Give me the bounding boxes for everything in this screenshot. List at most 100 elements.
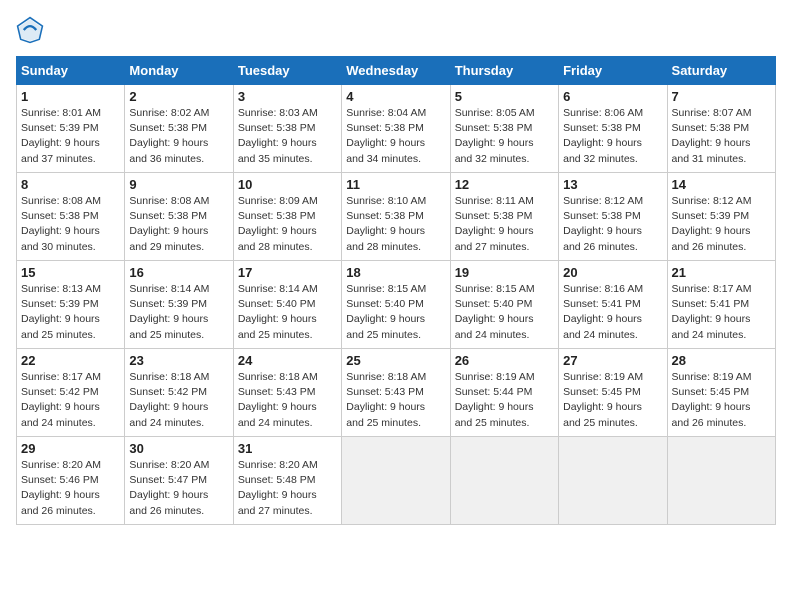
day-cell: 29Sunrise: 8:20 AMSunset: 5:46 PMDayligh… [17, 437, 125, 525]
day-number: 30 [129, 441, 228, 456]
day-detail: Sunrise: 8:12 AMSunset: 5:38 PMDaylight:… [563, 194, 662, 255]
day-detail: Sunrise: 8:08 AMSunset: 5:38 PMDaylight:… [21, 194, 120, 255]
day-cell: 25 Sunrise: 8:18 AMSunset: 5:43 PMDayligh… [342, 349, 450, 437]
day-number: 17 [238, 265, 337, 280]
day-cell: 1 Sunrise: 8:01 AMSunset: 5:39 PMDaylight… [17, 85, 125, 173]
day-number: 12 [455, 177, 554, 192]
day-detail: Sunrise: 8:08 AMSunset: 5:38 PMDaylight:… [129, 194, 228, 255]
day-detail: Sunrise: 8:13 AMSunset: 5:39 PMDaylight:… [21, 282, 120, 343]
day-cell: 27 Sunrise: 8:19 AMSunset: 5:45 PMDayligh… [559, 349, 667, 437]
header-cell-monday: Monday [125, 57, 233, 85]
day-cell: 16 Sunrise: 8:14 AMSunset: 5:39 PMDayligh… [125, 261, 233, 349]
day-detail: Sunrise: 8:19 AMSunset: 5:45 PMDaylight:… [672, 370, 771, 431]
day-cell: 12Sunrise: 8:11 AMSunset: 5:38 PMDayligh… [450, 173, 558, 261]
day-cell: 20Sunrise: 8:16 AMSunset: 5:41 PMDayligh… [559, 261, 667, 349]
page-header [16, 16, 776, 44]
day-number: 24 [238, 353, 337, 368]
calendar-table: SundayMondayTuesdayWednesdayThursdayFrid… [16, 56, 776, 525]
day-number: 13 [563, 177, 662, 192]
week-row: 29Sunrise: 8:20 AMSunset: 5:46 PMDayligh… [17, 437, 776, 525]
day-number: 14 [672, 177, 771, 192]
header-cell-sunday: Sunday [17, 57, 125, 85]
day-detail: Sunrise: 8:04 AMSunset: 5:38 PMDaylight:… [346, 106, 445, 167]
day-cell: 26 Sunrise: 8:19 AMSunset: 5:44 PMDayligh… [450, 349, 558, 437]
day-cell: 13 Sunrise: 8:12 AMSunset: 5:38 PMDayligh… [559, 173, 667, 261]
day-detail: Sunrise: 8:06 AMSunset: 5:38 PMDaylight:… [563, 106, 662, 167]
day-cell [450, 437, 558, 525]
week-row: 22 Sunrise: 8:17 AMSunset: 5:42 PMDayligh… [17, 349, 776, 437]
day-number: 28 [672, 353, 771, 368]
day-detail: Sunrise: 8:05 AMSunset: 5:38 PMDaylight:… [455, 106, 554, 167]
day-number: 15 [21, 265, 120, 280]
day-number: 3 [238, 89, 337, 104]
day-detail: Sunrise: 8:14 AMSunset: 5:39 PMDaylight:… [129, 282, 228, 343]
day-cell: 18Sunrise: 8:15 AMSunset: 5:40 PMDayligh… [342, 261, 450, 349]
day-detail: Sunrise: 8:10 AMSunset: 5:38 PMDaylight:… [346, 194, 445, 255]
day-detail: Sunrise: 8:20 AMSunset: 5:47 PMDaylight:… [129, 458, 228, 519]
header-cell-wednesday: Wednesday [342, 57, 450, 85]
day-number: 22 [21, 353, 120, 368]
day-number: 8 [21, 177, 120, 192]
day-cell: 11Sunrise: 8:10 AMSunset: 5:38 PMDayligh… [342, 173, 450, 261]
day-detail: Sunrise: 8:03 AMSunset: 5:38 PMDaylight:… [238, 106, 337, 167]
day-detail: Sunrise: 8:18 AMSunset: 5:43 PMDaylight:… [238, 370, 337, 431]
day-detail: Sunrise: 8:15 AMSunset: 5:40 PMDaylight:… [346, 282, 445, 343]
day-detail: Sunrise: 8:19 AMSunset: 5:45 PMDaylight:… [563, 370, 662, 431]
day-number: 31 [238, 441, 337, 456]
day-number: 16 [129, 265, 228, 280]
day-number: 27 [563, 353, 662, 368]
day-number: 26 [455, 353, 554, 368]
day-detail: Sunrise: 8:17 AMSunset: 5:42 PMDaylight:… [21, 370, 120, 431]
day-detail: Sunrise: 8:12 AMSunset: 5:39 PMDaylight:… [672, 194, 771, 255]
day-detail: Sunrise: 8:14 AMSunset: 5:40 PMDaylight:… [238, 282, 337, 343]
day-detail: Sunrise: 8:02 AMSunset: 5:38 PMDaylight:… [129, 106, 228, 167]
day-number: 9 [129, 177, 228, 192]
day-detail: Sunrise: 8:18 AMSunset: 5:43 PMDaylight:… [346, 370, 445, 431]
day-cell: 21 Sunrise: 8:17 AMSunset: 5:41 PMDayligh… [667, 261, 775, 349]
day-cell: 19Sunrise: 8:15 AMSunset: 5:40 PMDayligh… [450, 261, 558, 349]
day-detail: Sunrise: 8:09 AMSunset: 5:38 PMDaylight:… [238, 194, 337, 255]
week-row: 15 Sunrise: 8:13 AMSunset: 5:39 PMDayligh… [17, 261, 776, 349]
day-number: 19 [455, 265, 554, 280]
day-detail: Sunrise: 8:17 AMSunset: 5:41 PMDaylight:… [672, 282, 771, 343]
day-cell: 15 Sunrise: 8:13 AMSunset: 5:39 PMDayligh… [17, 261, 125, 349]
day-cell: 4 Sunrise: 8:04 AMSunset: 5:38 PMDaylight… [342, 85, 450, 173]
day-cell [342, 437, 450, 525]
day-cell: 14 Sunrise: 8:12 AMSunset: 5:39 PMDayligh… [667, 173, 775, 261]
day-detail: Sunrise: 8:19 AMSunset: 5:44 PMDaylight:… [455, 370, 554, 431]
header-cell-saturday: Saturday [667, 57, 775, 85]
day-number: 5 [455, 89, 554, 104]
day-detail: Sunrise: 8:18 AMSunset: 5:42 PMDaylight:… [129, 370, 228, 431]
day-cell: 8 Sunrise: 8:08 AMSunset: 5:38 PMDaylight… [17, 173, 125, 261]
day-cell [667, 437, 775, 525]
day-number: 23 [129, 353, 228, 368]
logo-icon [16, 16, 44, 44]
day-detail: Sunrise: 8:01 AMSunset: 5:39 PMDaylight:… [21, 106, 120, 167]
day-detail: Sunrise: 8:16 AMSunset: 5:41 PMDaylight:… [563, 282, 662, 343]
day-cell: 17 Sunrise: 8:14 AMSunset: 5:40 PMDayligh… [233, 261, 341, 349]
day-cell: 30 Sunrise: 8:20 AMSunset: 5:47 PMDayligh… [125, 437, 233, 525]
week-row: 1 Sunrise: 8:01 AMSunset: 5:39 PMDaylight… [17, 85, 776, 173]
day-cell: 31 Sunrise: 8:20 AMSunset: 5:48 PMDayligh… [233, 437, 341, 525]
header-cell-tuesday: Tuesday [233, 57, 341, 85]
day-cell: 5 Sunrise: 8:05 AMSunset: 5:38 PMDaylight… [450, 85, 558, 173]
day-number: 25 [346, 353, 445, 368]
day-cell: 22 Sunrise: 8:17 AMSunset: 5:42 PMDayligh… [17, 349, 125, 437]
day-cell: 3 Sunrise: 8:03 AMSunset: 5:38 PMDaylight… [233, 85, 341, 173]
day-detail: Sunrise: 8:07 AMSunset: 5:38 PMDaylight:… [672, 106, 771, 167]
day-detail: Sunrise: 8:20 AMSunset: 5:48 PMDaylight:… [238, 458, 337, 519]
week-row: 8 Sunrise: 8:08 AMSunset: 5:38 PMDaylight… [17, 173, 776, 261]
day-number: 29 [21, 441, 120, 456]
header-row: SundayMondayTuesdayWednesdayThursdayFrid… [17, 57, 776, 85]
day-cell: 6Sunrise: 8:06 AMSunset: 5:38 PMDaylight… [559, 85, 667, 173]
day-cell: 7 Sunrise: 8:07 AMSunset: 5:38 PMDaylight… [667, 85, 775, 173]
day-cell: 2Sunrise: 8:02 AMSunset: 5:38 PMDaylight… [125, 85, 233, 173]
day-cell [559, 437, 667, 525]
day-cell: 24 Sunrise: 8:18 AMSunset: 5:43 PMDayligh… [233, 349, 341, 437]
day-number: 1 [21, 89, 120, 104]
header-cell-thursday: Thursday [450, 57, 558, 85]
day-number: 7 [672, 89, 771, 104]
logo [16, 16, 48, 44]
day-number: 21 [672, 265, 771, 280]
day-number: 4 [346, 89, 445, 104]
